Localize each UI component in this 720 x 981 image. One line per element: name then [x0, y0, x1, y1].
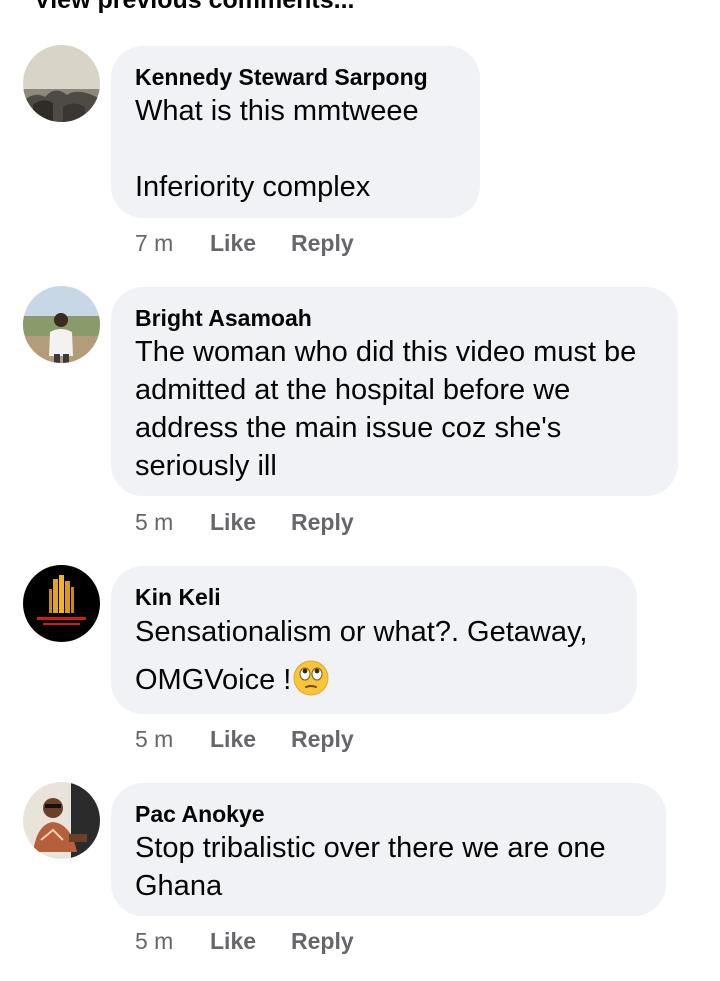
comment-timestamp[interactable]: 5 m	[135, 509, 210, 536]
like-button[interactable]: Like	[210, 509, 291, 536]
face-with-rolling-eyes-emoji	[293, 660, 329, 696]
reply-button[interactable]: Reply	[291, 726, 354, 753]
comment-actions: 5 m Like Reply	[135, 726, 354, 753]
like-button[interactable]: Like	[210, 928, 291, 955]
comment-actions: 7 m Like Reply	[135, 230, 354, 257]
comment-actions: 5 m Like Reply	[135, 928, 354, 955]
comment-bubble: Pac Anokye Stop tribalistic over there w…	[111, 783, 666, 916]
comment-bubble: Bright Asamoah The woman who did this vi…	[111, 287, 678, 496]
avatar[interactable]	[23, 286, 100, 363]
like-button[interactable]: Like	[210, 726, 291, 753]
avatar[interactable]	[23, 782, 100, 859]
comment-bubble: Kennedy Steward Sarpong What is this mmt…	[111, 46, 480, 218]
avatar[interactable]	[23, 45, 100, 122]
avatar-photo-person	[23, 286, 100, 363]
like-button[interactable]: Like	[210, 230, 291, 257]
comment-author[interactable]: Kennedy Steward Sarpong	[135, 62, 456, 92]
comment-actions: 5 m Like Reply	[135, 509, 354, 536]
avatar-logo-building	[23, 565, 100, 642]
comment-timestamp[interactable]: 7 m	[135, 230, 210, 257]
avatar-photo-quote	[23, 45, 100, 122]
reply-button[interactable]: Reply	[291, 928, 354, 955]
reply-button[interactable]: Reply	[291, 509, 354, 536]
view-previous-comments-link[interactable]: View previous comments...	[34, 0, 354, 15]
comment-text: What is this mmtweee Inferiority complex	[135, 95, 419, 203]
comment-author[interactable]: Bright Asamoah	[135, 303, 654, 333]
comment-text: The woman who did this video must be adm…	[135, 336, 645, 482]
avatar-photo-person	[23, 782, 100, 859]
comment-timestamp[interactable]: 5 m	[135, 726, 210, 753]
comment-text: Stop tribalistic over there we are one G…	[135, 832, 614, 902]
comment-author[interactable]: Pac Anokye	[135, 799, 642, 829]
avatar[interactable]	[23, 565, 100, 642]
comment-text-body: Sensationalism or what?. Getaway, OMGVoi…	[135, 616, 596, 696]
comment-timestamp[interactable]: 5 m	[135, 928, 210, 955]
comment-text: Sensationalism or what?. Getaway, OMGVoi…	[135, 608, 613, 704]
comment-bubble: Kin Keli Sensationalism or what?. Getawa…	[111, 566, 637, 714]
reply-button[interactable]: Reply	[291, 230, 354, 257]
